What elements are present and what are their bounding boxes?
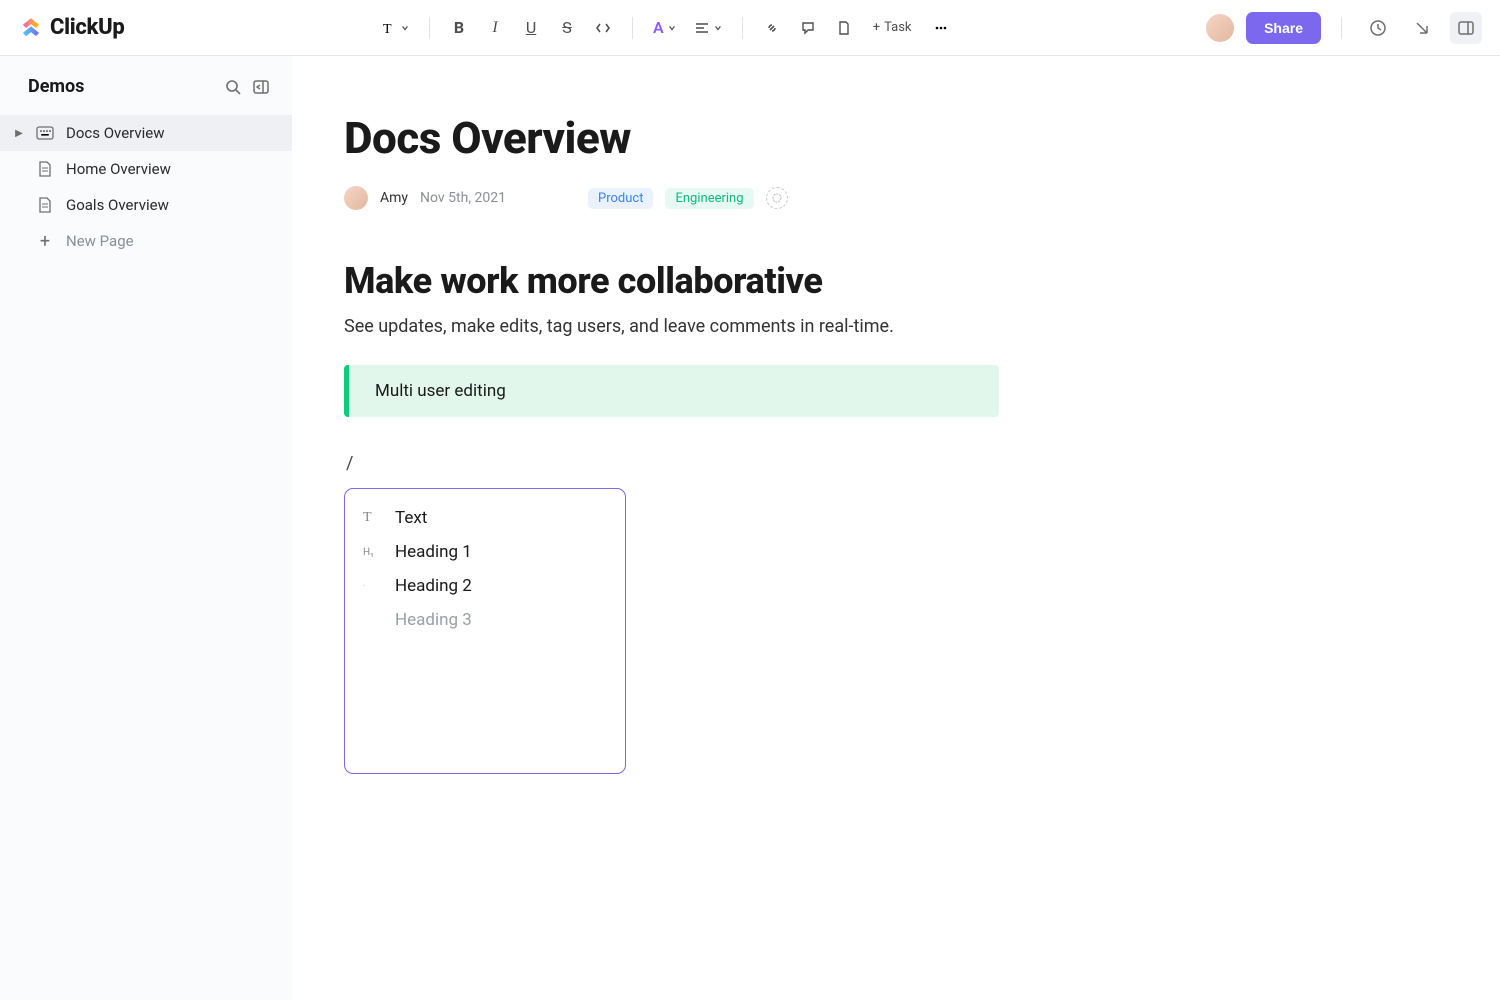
tag-plus-icon (771, 192, 783, 204)
section-paragraph[interactable]: See updates, make edits, tag users, and … (344, 316, 1104, 337)
topbar-actions: Share (1206, 12, 1482, 44)
tag-product[interactable]: Product (588, 188, 653, 209)
text-color-dropdown[interactable]: A (647, 13, 682, 43)
slash-menu-item-heading2[interactable]: · Heading 2 (345, 569, 625, 603)
sidebar-item-home-overview[interactable]: Home Overview (0, 151, 292, 187)
download-button[interactable] (1406, 12, 1438, 44)
document-title[interactable]: Docs Overview (344, 112, 1104, 164)
callout-block[interactable]: Multi user editing (344, 365, 999, 417)
chevron-down-icon (401, 24, 409, 32)
task-label: Task (884, 20, 911, 35)
sidebar-header: Demos (0, 76, 292, 115)
document-date: Nov 5th, 2021 (420, 190, 506, 206)
sidebar-item-goals-overview[interactable]: Goals Overview (0, 187, 292, 223)
sidebar-item-label: Home Overview (66, 160, 171, 178)
formatting-toolbar: T B I U S A (125, 13, 1207, 43)
history-button[interactable] (1362, 12, 1394, 44)
document-icon (36, 196, 54, 214)
text-icon: T (381, 20, 397, 36)
page-icon (836, 20, 852, 36)
document-icon (36, 160, 54, 178)
collapse-panel-icon (252, 78, 270, 96)
toolbar-divider (1341, 17, 1342, 39)
user-avatar[interactable] (1206, 14, 1234, 42)
slash-command-input[interactable]: / (344, 453, 1104, 474)
sidebar-item-label: Goals Overview (66, 196, 169, 214)
sidebar-item-label: New Page (66, 232, 134, 250)
slash-menu-item-heading1[interactable]: H₁ Heading 1 (345, 535, 625, 569)
page-button[interactable] (829, 13, 859, 43)
ellipsis-icon (933, 20, 949, 36)
link-icon (764, 20, 780, 36)
sidebar: Demos ▶ Docs Overview (0, 56, 292, 1000)
panel-icon (1457, 19, 1475, 37)
menu-item-label: Heading 3 (395, 610, 472, 630)
add-task-button[interactable]: + Task (865, 16, 920, 39)
align-left-icon (694, 20, 710, 36)
code-button[interactable] (588, 13, 618, 43)
slash-menu-item-text[interactable]: T Text (345, 501, 625, 535)
bold-button[interactable]: B (444, 13, 474, 43)
author-name: Amy (380, 190, 408, 206)
document-main: Docs Overview Amy Nov 5th, 2021 Product … (292, 56, 1500, 1000)
plus-icon: + (36, 232, 54, 250)
strikethrough-button[interactable]: S (552, 13, 582, 43)
svg-text:T: T (383, 22, 392, 36)
sidebar-collapse-button[interactable] (252, 78, 270, 96)
underline-button[interactable]: U (516, 13, 546, 43)
sidebar-title: Demos (28, 76, 84, 97)
tag-engineering[interactable]: Engineering (665, 188, 753, 209)
plus-icon: + (873, 20, 880, 35)
section-heading[interactable]: Make work more collaborative (344, 260, 1104, 302)
comment-button[interactable] (793, 13, 823, 43)
sidebar-search-button[interactable] (224, 78, 242, 96)
link-button[interactable] (757, 13, 787, 43)
sidebar-item-docs-overview[interactable]: ▶ Docs Overview (0, 115, 292, 151)
comment-icon (800, 20, 816, 36)
share-button[interactable]: Share (1246, 12, 1321, 44)
sidebar-new-page-button[interactable]: + New Page (0, 223, 292, 259)
menu-item-label: Text (395, 508, 427, 528)
more-button[interactable] (926, 13, 956, 43)
add-tag-button[interactable] (766, 187, 788, 209)
slash-command-menu: T Text H₁ Heading 1 · Heading 2 Heading … (344, 488, 626, 774)
author-avatar[interactable] (344, 186, 368, 210)
toolbar-divider (742, 17, 743, 39)
chevron-down-icon (714, 24, 722, 32)
sidebar-toggle-button[interactable] (1450, 12, 1482, 44)
code-icon (595, 20, 611, 36)
document-meta: Amy Nov 5th, 2021 Product Engineering (344, 186, 1104, 210)
top-toolbar: ClickUp T B I U S A (0, 0, 1500, 56)
expand-triangle-icon[interactable]: ▶ (14, 128, 24, 139)
italic-button[interactable]: I (480, 13, 510, 43)
sidebar-item-label: Docs Overview (66, 124, 165, 142)
clock-icon (1369, 19, 1387, 37)
sidebar-list: ▶ Docs Overview Home Overview (0, 115, 292, 259)
toolbar-divider (429, 17, 430, 39)
download-icon (1413, 19, 1431, 37)
h2-icon: · (363, 581, 379, 592)
toolbar-divider (632, 17, 633, 39)
callout-text: Multi user editing (375, 381, 506, 401)
text-icon: T (363, 510, 379, 526)
h1-icon: H₁ (363, 547, 379, 558)
slash-menu-item-heading3[interactable]: Heading 3 (345, 603, 625, 637)
search-icon (224, 78, 242, 96)
text-style-dropdown[interactable]: T (375, 13, 415, 43)
menu-item-label: Heading 2 (395, 576, 472, 596)
align-dropdown[interactable] (688, 13, 728, 43)
brand-logo[interactable]: ClickUp (18, 15, 125, 41)
clickup-logo-icon (18, 15, 44, 41)
chevron-down-icon (668, 24, 676, 32)
brand-name: ClickUp (50, 15, 125, 40)
menu-item-label: Heading 1 (395, 542, 472, 562)
keyboard-icon (36, 124, 54, 142)
